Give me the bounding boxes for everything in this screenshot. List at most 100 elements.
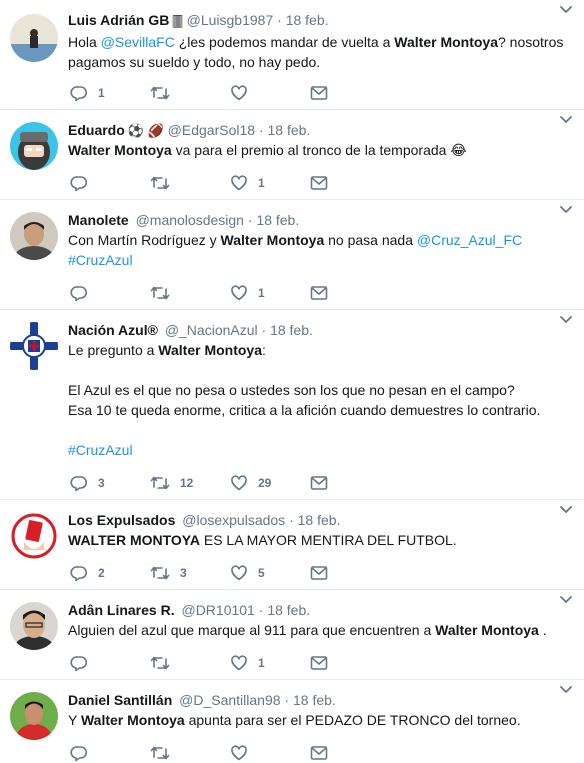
avatar[interactable] (10, 212, 58, 260)
display-name[interactable]: Adân Linares R. (68, 602, 175, 618)
text-segment: Hola (68, 34, 101, 50)
separator-dot: · (255, 122, 268, 138)
user-handle[interactable]: @manolosdesign (136, 212, 244, 228)
tweet[interactable]: Nación Azul® @_NacionAzul · 18 feb. Le p… (0, 310, 584, 500)
like-button[interactable]: 1 (230, 173, 265, 193)
reply-button[interactable] (70, 283, 98, 303)
caret-down-icon[interactable] (560, 115, 572, 125)
reply-button[interactable] (70, 743, 98, 763)
text-segment: Esa 10 te queda enorme, critica a la afi… (68, 402, 541, 418)
user-handle[interactable]: @D_Santillan98 (179, 692, 280, 708)
text-segment: apunta para ser el PEDAZO DE TRONCO del … (184, 712, 521, 728)
tweet-feed: Luis Adrián GB 🀫 @Luisgb1987 · 18 feb. Ho… (0, 0, 584, 762)
user-handle[interactable]: @Luisgb1987 (187, 12, 274, 28)
direct-message-button[interactable] (310, 473, 328, 493)
hashtag-link[interactable]: #CruzAzul (68, 252, 133, 268)
user-handle[interactable]: @DR10101 (181, 602, 254, 618)
tweet[interactable]: Daniel Santillán @D_Santillan98 · 18 feb… (0, 680, 584, 762)
tweet-text: Le pregunto a Walter Montoya: El Azul es … (68, 340, 570, 460)
direct-message-button[interactable] (310, 653, 328, 673)
retweet-icon (150, 176, 170, 190)
tweet-text-line: Walter Montoya va para el premio al tron… (68, 140, 570, 160)
tweet[interactable]: Eduardo ⚽ 🏈 @EdgarSol18 · 18 feb. Walter … (0, 110, 584, 200)
avatar[interactable] (10, 512, 58, 560)
direct-message-button[interactable] (310, 283, 328, 303)
like-button[interactable]: 29 (230, 473, 271, 493)
reply-icon (70, 566, 88, 582)
avatar[interactable] (10, 322, 58, 370)
retweet-button[interactable] (150, 173, 180, 193)
retweet-button[interactable] (150, 283, 180, 303)
direct-message-icon (310, 656, 328, 670)
caret-down-icon[interactable] (560, 595, 572, 605)
display-name[interactable]: Manolete (68, 212, 129, 228)
tweet[interactable]: Manolete @manolosdesign · 18 feb. Con Ma… (0, 200, 584, 310)
direct-message-button[interactable] (310, 83, 328, 103)
display-name[interactable]: Nación Azul® (68, 322, 158, 338)
mention-link[interactable]: @Cruz_Azul_FC (417, 232, 522, 248)
display-name[interactable]: Los Expulsados (68, 512, 175, 528)
like-icon (231, 745, 247, 761)
timestamp[interactable]: 18 feb. (286, 12, 329, 28)
display-name[interactable]: Daniel Santillán (68, 692, 172, 708)
like-button[interactable]: 1 (230, 283, 265, 303)
direct-message-button[interactable] (310, 563, 328, 583)
direct-message-icon (310, 176, 328, 190)
direct-message-button[interactable] (310, 743, 328, 763)
text-segment: ¿les podemos mandar de vuelta a (174, 34, 395, 50)
text-segment: : (262, 342, 266, 358)
avatar[interactable] (10, 122, 58, 170)
timestamp[interactable]: 18 feb. (293, 692, 336, 708)
retweet-button[interactable] (150, 743, 180, 763)
mention-link[interactable]: @SevillaFC (101, 34, 175, 50)
timestamp[interactable]: 18 feb. (256, 212, 299, 228)
tweet[interactable]: Luis Adrián GB 🀫 @Luisgb1987 · 18 feb. Ho… (0, 0, 584, 110)
caret-down-icon[interactable] (560, 5, 572, 15)
user-handle[interactable]: @_NacionAzul (165, 322, 258, 338)
text-segment: El Azul es el que no pesa o ustedes son … (68, 382, 515, 398)
text-segment: va para el premio al tronco de la tempor… (171, 142, 467, 158)
reply-button[interactable]: 1 (70, 83, 105, 103)
reply-count: 1 (98, 86, 105, 100)
timestamp[interactable]: 18 feb. (267, 602, 310, 618)
tweet-text-line: Hola @SevillaFC ¿les podemos mandar de v… (68, 32, 570, 52)
retweet-count: 12 (180, 476, 194, 490)
like-button[interactable] (230, 83, 258, 103)
retweet-button[interactable]: 12 (150, 473, 193, 493)
timestamp[interactable]: 18 feb. (270, 322, 313, 338)
tweet-text-line: Le pregunto a Walter Montoya: (68, 340, 570, 360)
reply-button[interactable]: 2 (70, 563, 105, 583)
reply-button[interactable]: 3 (70, 473, 105, 493)
retweet-button[interactable] (150, 83, 180, 103)
tweet[interactable]: Adân Linares R. @DR10101 · 18 feb. Algui… (0, 590, 584, 680)
direct-message-button[interactable] (310, 173, 328, 193)
text-segment: no pasa nada (324, 232, 417, 248)
reply-button[interactable] (70, 653, 98, 673)
like-icon (231, 85, 247, 101)
caret-down-icon[interactable] (560, 315, 572, 325)
retweet-button[interactable]: 3 (150, 563, 187, 583)
like-icon (231, 285, 247, 301)
like-button[interactable]: 5 (230, 563, 265, 583)
like-count: 29 (258, 476, 272, 490)
caret-down-icon[interactable] (560, 685, 572, 695)
user-handle[interactable]: @EdgarSol18 (168, 122, 255, 138)
timestamp[interactable]: 18 feb. (298, 512, 341, 528)
caret-down-icon[interactable] (560, 205, 572, 215)
avatar[interactable] (10, 602, 58, 650)
avatar[interactable] (10, 14, 58, 62)
retweet-button[interactable] (150, 653, 180, 673)
hashtag-link[interactable]: #CruzAzul (68, 442, 133, 458)
reply-button[interactable] (70, 173, 98, 193)
caret-down-icon[interactable] (560, 505, 572, 515)
user-handle[interactable]: @losexpulsados (182, 512, 285, 528)
tweet[interactable]: Los Expulsados @losexpulsados · 18 feb. … (0, 500, 584, 590)
display-name[interactable]: Eduardo (68, 122, 125, 138)
retweet-icon (150, 286, 170, 300)
text-segment: Le pregunto a (68, 342, 159, 358)
like-button[interactable]: 1 (230, 653, 265, 673)
timestamp[interactable]: 18 feb. (268, 122, 311, 138)
like-button[interactable] (230, 743, 258, 763)
avatar[interactable] (10, 692, 58, 740)
display-name[interactable]: Luis Adrián GB (68, 12, 169, 28)
